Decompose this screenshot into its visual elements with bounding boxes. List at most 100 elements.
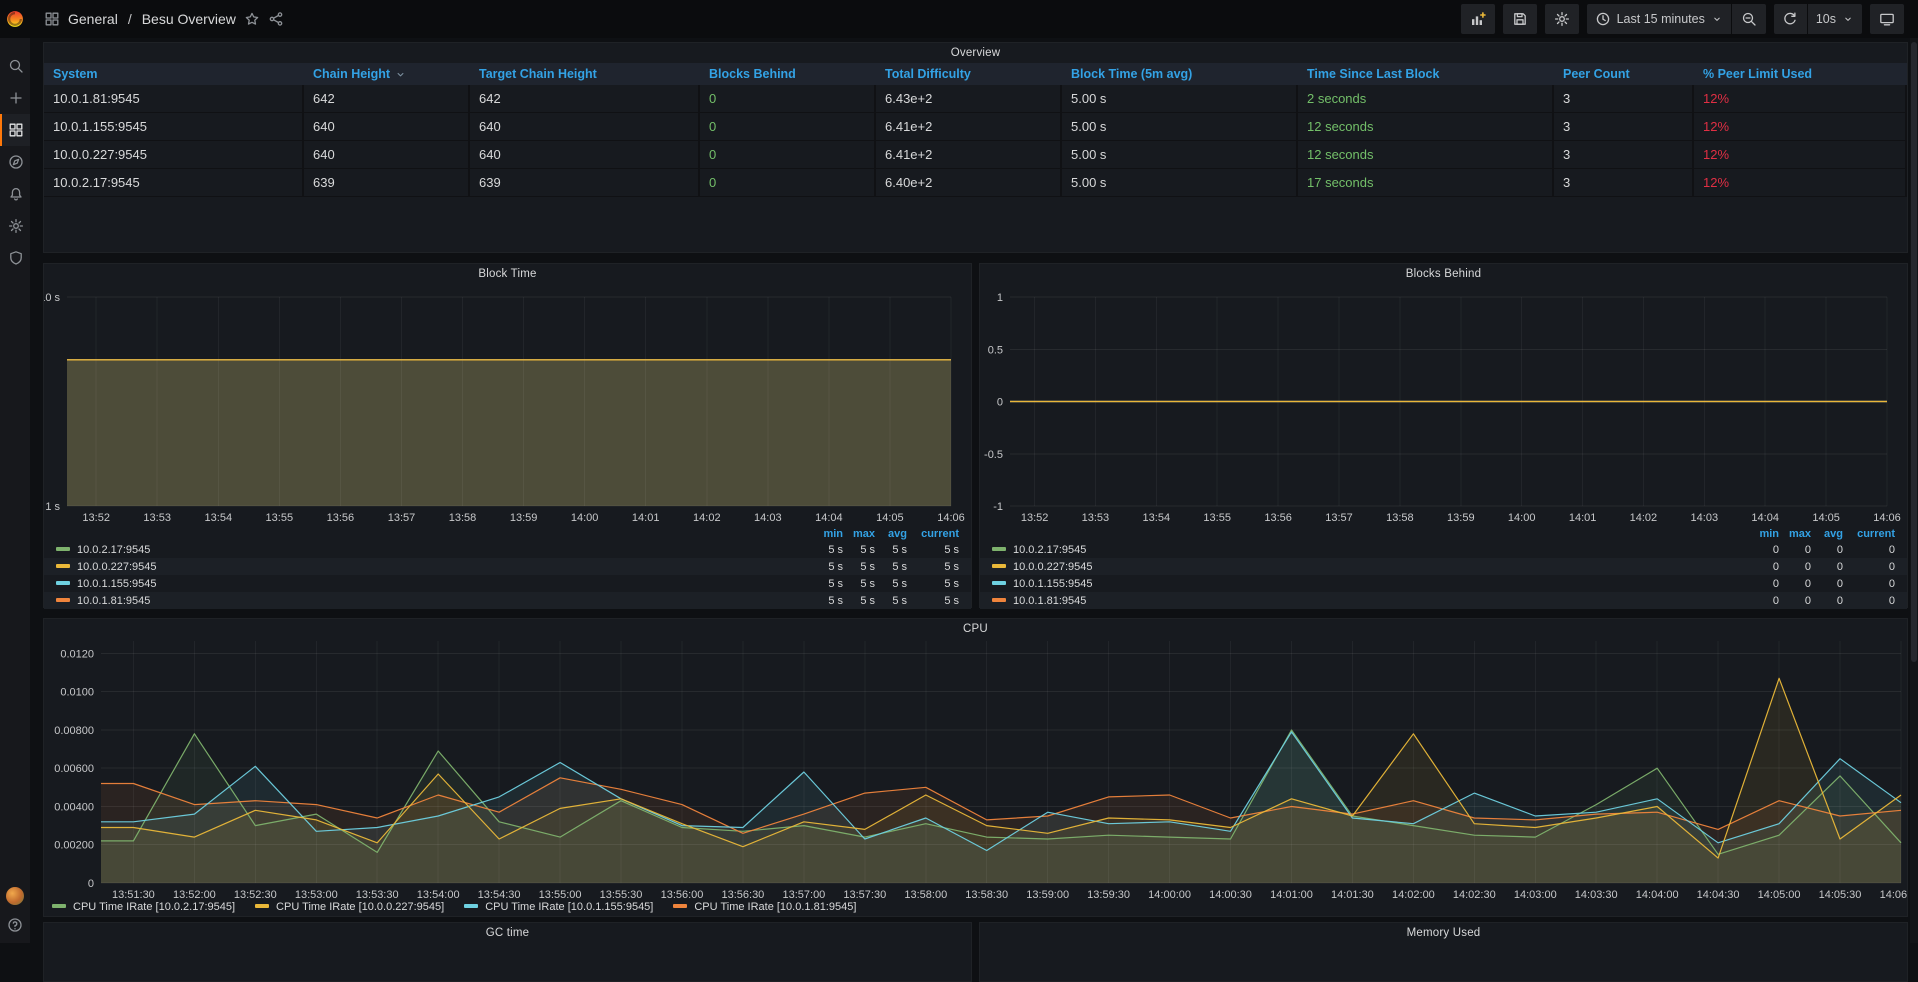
sidebar-item-dashboards[interactable] [0, 114, 30, 146]
svg-text:13:57: 13:57 [1325, 512, 1353, 522]
cycle-view-mode-button[interactable] [1870, 4, 1904, 34]
dashboards-icon [8, 122, 24, 138]
help-button[interactable] [7, 917, 23, 933]
svg-text:13:52:00: 13:52:00 [173, 889, 216, 901]
svg-text:13:57: 13:57 [388, 512, 416, 522]
column-header-peer_count[interactable]: Peer Count [1554, 63, 1694, 85]
column-header-peer_limit_used[interactable]: % Peer Limit Used [1694, 63, 1907, 85]
svg-text:14:04:30: 14:04:30 [1697, 889, 1740, 901]
grafana-logo[interactable] [0, 0, 30, 38]
legend-row: 10.0.1.155:95455 s5 s5 s5 s [44, 575, 971, 592]
svg-text:13:53:00: 13:53:00 [295, 889, 338, 901]
svg-text:13:58:00: 13:58:00 [904, 889, 947, 901]
block-time-chart[interactable]: 1 s10 s13:5213:5313:5413:5513:5613:5713:… [44, 284, 971, 522]
sidebar-item-plus[interactable] [0, 82, 30, 114]
sidebar-item-explore[interactable] [0, 146, 30, 178]
cell-system: 10.0.0.227:9545 [44, 141, 304, 169]
time-range-picker[interactable]: Last 15 minutes [1587, 4, 1732, 34]
svg-text:14:06: 14:06 [1873, 512, 1901, 522]
zoom-out-time-button[interactable] [1732, 4, 1766, 34]
svg-text:13:56: 13:56 [1264, 512, 1292, 522]
blocks-behind-chart[interactable]: -1-0.500.5113:5213:5313:5413:5513:5613:5… [980, 284, 1907, 522]
svg-text:13:56: 13:56 [327, 512, 355, 522]
legend-value: 0 [1811, 595, 1843, 607]
refresh-icon-wrap [1782, 11, 1798, 27]
svg-text:14:01: 14:01 [1569, 512, 1597, 522]
legend-series-toggle[interactable]: 10.0.2.17:9545 [56, 544, 809, 556]
series-color-swatch [992, 581, 1006, 585]
legend-series-toggle[interactable]: 10.0.0.227:9545 [992, 561, 1745, 573]
refresh-interval-picker[interactable]: 10s [1808, 4, 1862, 34]
column-header-time_since_last_block[interactable]: Time Since Last Block [1298, 63, 1554, 85]
svg-text:13:55:00: 13:55:00 [539, 889, 582, 901]
legend-series-toggle[interactable]: 10.0.2.17:9545 [992, 544, 1745, 556]
star-icon-wrap[interactable] [244, 11, 260, 27]
sidebar-items [0, 50, 30, 274]
breadcrumb-folder[interactable]: General [68, 11, 118, 27]
legend-value: 5 s [875, 595, 907, 607]
dashboard-settings-button[interactable] [1545, 4, 1579, 34]
column-header-system[interactable]: System [44, 63, 304, 85]
legend-series-toggle[interactable]: 10.0.1.155:9545 [992, 578, 1745, 590]
legend-series-toggle[interactable]: 10.0.1.155:9545 [56, 578, 809, 590]
svg-text:14:00:00: 14:00:00 [1148, 889, 1191, 901]
legend-series-toggle[interactable]: CPU Time IRate [10.0.2.17:9545] [52, 901, 235, 913]
column-header-target_chain_height[interactable]: Target Chain Height [470, 63, 700, 85]
svg-text:13:52:30: 13:52:30 [234, 889, 277, 901]
panel-add-icon-wrap [1470, 11, 1486, 27]
explore-icon [8, 154, 24, 170]
cpu-chart[interactable]: 00.002000.004000.006000.008000.01000.012… [44, 639, 1907, 901]
sidebar-item-server-admin[interactable] [0, 242, 30, 274]
panel-title-block-time[interactable]: Block Time [44, 264, 971, 284]
cell-total_difficulty: 6.40e+2 [876, 169, 1062, 197]
caret-down-icon-wrap [1711, 13, 1723, 25]
cell-blocks_behind: 0 [700, 113, 876, 141]
svg-text:-0.5: -0.5 [984, 449, 1003, 461]
breadcrumb-dashboard-title[interactable]: Besu Overview [142, 11, 236, 27]
cell-time_since_last_block: 12 seconds [1298, 113, 1554, 141]
panel-title-blocks-behind[interactable]: Blocks Behind [980, 264, 1907, 284]
legend-value: 0 [1811, 578, 1843, 590]
series-color-swatch [56, 598, 70, 602]
refresh-button[interactable] [1774, 4, 1808, 34]
share-icon-wrap[interactable] [268, 11, 284, 27]
svg-text:13:52: 13:52 [82, 512, 110, 522]
sidebar-item-configuration[interactable] [0, 210, 30, 242]
blocks-behind-legend: minmaxavgcurrent10.0.2.17:9545000010.0.0… [980, 526, 1907, 609]
column-header-blocks_behind[interactable]: Blocks Behind [700, 63, 876, 85]
legend-series-toggle[interactable]: CPU Time IRate [10.0.1.81:9545] [673, 901, 856, 913]
add-panel-button[interactable] [1461, 4, 1495, 34]
legend-value: 5 s [907, 578, 959, 590]
legend-value: 5 s [843, 561, 875, 573]
save-dashboard-button[interactable] [1503, 4, 1537, 34]
svg-text:13:54:30: 13:54:30 [478, 889, 521, 901]
legend-value: 0 [1745, 561, 1779, 573]
svg-text:13:55: 13:55 [266, 512, 294, 522]
panel-title-gc-time[interactable]: GC time [44, 923, 971, 943]
svg-text:13:53: 13:53 [143, 512, 171, 522]
legend-series-toggle[interactable]: CPU Time IRate [10.0.0.227:9545] [255, 901, 444, 913]
column-header-chain_height[interactable]: Chain Height [304, 63, 470, 85]
legend-series-toggle[interactable]: 10.0.0.227:9545 [56, 561, 809, 573]
legend-series-toggle[interactable]: CPU Time IRate [10.0.1.155:9545] [464, 901, 653, 913]
svg-text:14:01:30: 14:01:30 [1331, 889, 1374, 901]
panel-title-overview[interactable]: Overview [44, 43, 1907, 63]
share-icon [268, 11, 284, 27]
scrollbar-thumb[interactable] [1911, 42, 1917, 662]
legend-series-toggle[interactable]: 10.0.1.81:9545 [56, 595, 809, 607]
sidebar-item-alerting[interactable] [0, 178, 30, 210]
legend-value: 5 s [843, 595, 875, 607]
apps-grid-icon-wrap [44, 11, 60, 27]
panel-title-memory-used[interactable]: Memory Used [980, 923, 1907, 943]
grafana-logo-icon [4, 8, 26, 30]
svg-text:14:03:00: 14:03:00 [1514, 889, 1557, 901]
user-avatar[interactable] [6, 887, 24, 905]
legend-series-toggle[interactable]: 10.0.1.81:9545 [992, 595, 1745, 607]
column-header-block_time[interactable]: Block Time (5m avg) [1062, 63, 1298, 85]
cell-system: 10.0.2.17:9545 [44, 169, 304, 197]
column-header-total_difficulty[interactable]: Total Difficulty [876, 63, 1062, 85]
svg-text:13:53:30: 13:53:30 [356, 889, 399, 901]
sidebar-item-search[interactable] [0, 50, 30, 82]
legend-row: 10.0.0.227:95455 s5 s5 s5 s [44, 558, 971, 575]
panel-title-cpu[interactable]: CPU [44, 619, 1907, 639]
